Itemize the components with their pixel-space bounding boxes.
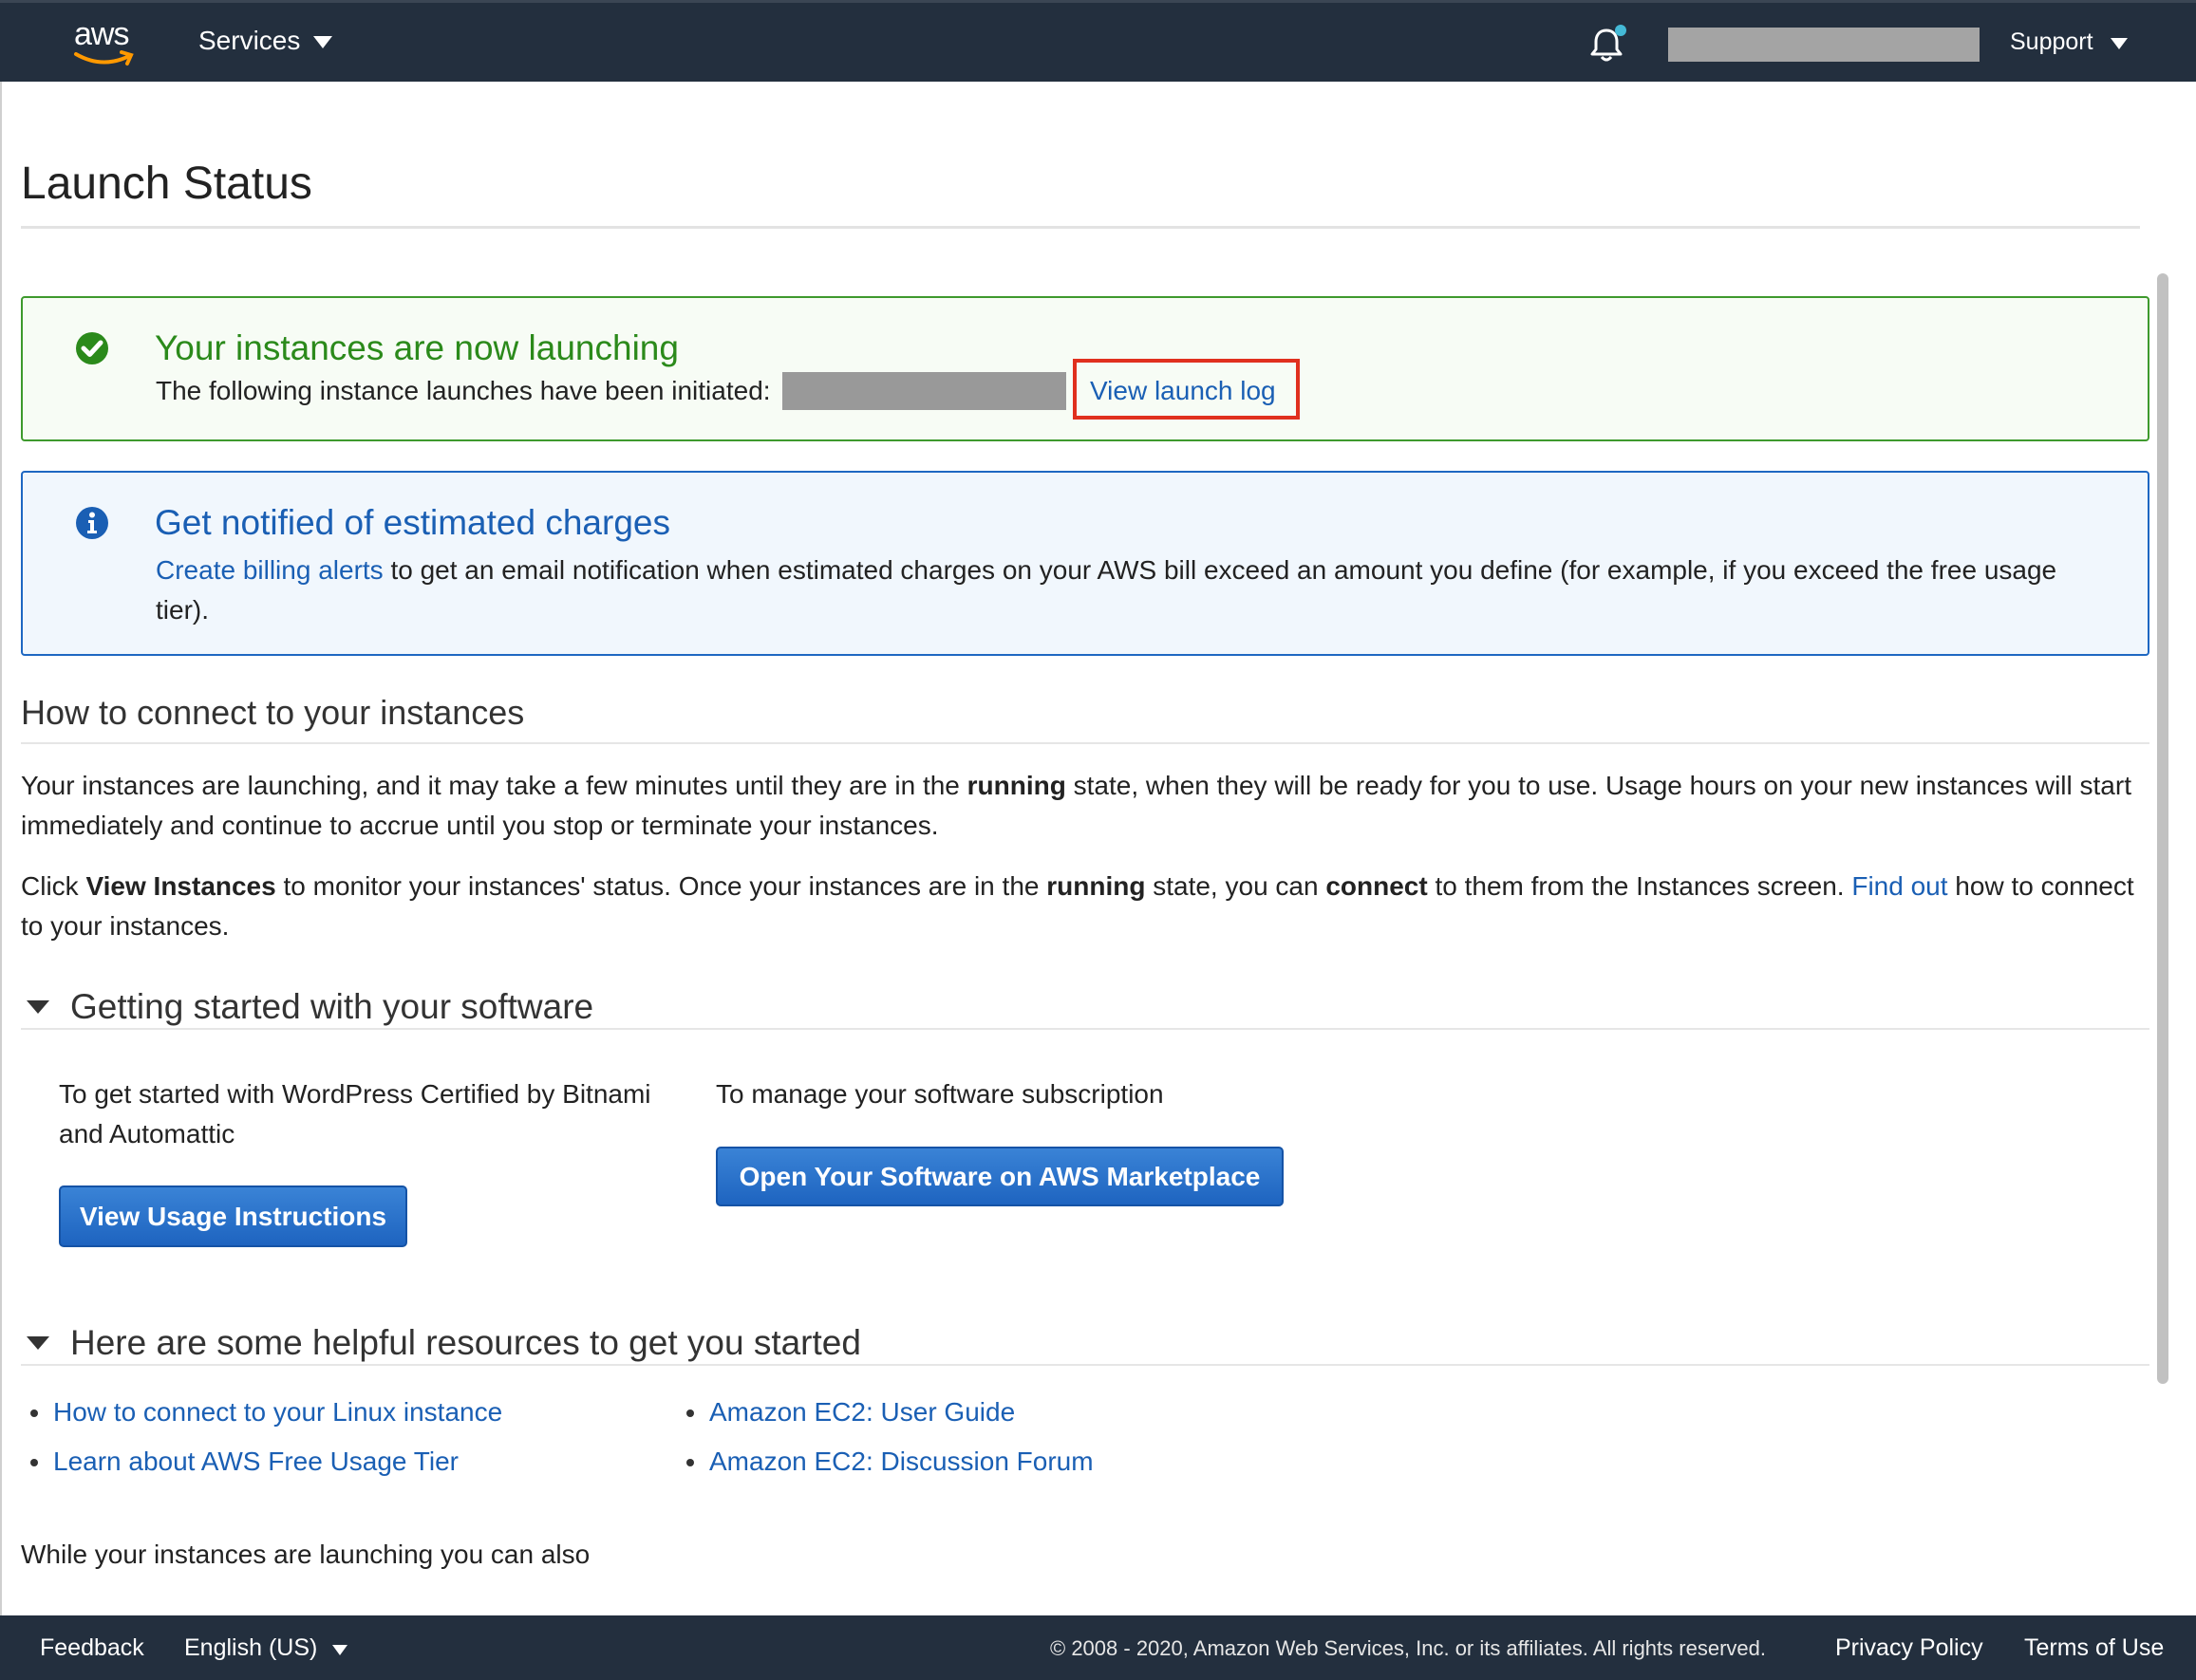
services-menu-button[interactable]: Services [198,26,333,56]
list-item: Learn about AWS Free Usage Tier [21,1445,502,1494]
connect-paragraph-2: Click View Instances to monitor your ins… [21,871,2134,941]
free-usage-tier-link[interactable]: Learn about AWS Free Usage Tier [53,1447,459,1476]
connect-paragraph-1: Your instances are launching, and it may… [21,771,2131,840]
copyright-text: © 2008 - 2020, Amazon Web Services, Inc.… [1050,1636,1766,1660]
language-selector[interactable]: English (US) [184,1634,348,1662]
view-launch-log-link[interactable]: View launch log [1090,376,1276,406]
page-title: Launch Status [21,159,312,209]
ec2-forum-link[interactable]: Amazon EC2: Discussion Forum [709,1447,1094,1476]
open-marketplace-button[interactable]: Open Your Software on AWS Marketplace [716,1147,1284,1206]
software-section-toggle[interactable]: Getting started with your software [21,987,593,1027]
scrollbar-thumb[interactable] [2157,273,2168,1384]
resources-heading: Here are some helpful resources to get y… [70,1323,861,1362]
success-alert-title: Your instances are now launching [155,328,679,367]
ec2-user-guide-link[interactable]: Amazon EC2: User Guide [709,1397,1015,1427]
services-label: Services [198,26,301,55]
connect-heading: How to connect to your instances [21,693,525,732]
title-divider [21,226,2140,229]
feedback-link[interactable]: Feedback [40,1634,144,1662]
terms-of-use-link[interactable]: Terms of Use [2024,1634,2164,1662]
section-divider [21,1028,2149,1030]
support-label: Support [2010,28,2093,55]
list-item: Amazon EC2: User Guide [677,1395,1094,1445]
info-alert-text: Create billing alerts to get an email no… [156,551,2112,630]
footer: Feedback English (US) © 2008 - 2020, Ama… [0,1615,2196,1680]
left-frame-border [0,82,2,1615]
collapse-triangle-icon [27,1336,49,1350]
aws-logo[interactable]: aws [72,16,139,69]
top-navigation-bar: aws Services Support [0,0,2196,82]
section-divider [21,742,2149,744]
launch-success-alert: Your instances are now launching The fol… [21,296,2149,441]
connect-linux-link[interactable]: How to connect to your Linux instance [53,1397,502,1427]
list-item: How to connect to your Linux instance [21,1395,502,1445]
resources-section-toggle[interactable]: Here are some helpful resources to get y… [21,1323,861,1363]
language-label: English (US) [184,1634,318,1661]
info-alert-body: to get an email notification when estima… [156,555,2057,625]
chevron-down-icon [332,1644,348,1655]
support-menu-button[interactable]: Support [2010,28,2128,56]
chevron-down-icon [313,36,333,48]
info-alert-title: Get notified of estimated charges [155,503,670,542]
while-launching-text: While your instances are launching you c… [21,1540,591,1569]
software-left-text: To get started with WordPress Certified … [59,1079,651,1148]
privacy-policy-link[interactable]: Privacy Policy [1835,1634,1983,1662]
billing-info-alert: Get notified of estimated charges Create… [21,471,2149,656]
success-alert-text: The following instance launches have bee… [156,376,771,405]
view-usage-instructions-button[interactable]: View Usage Instructions [59,1185,407,1247]
check-circle-icon [76,332,108,364]
chevron-down-icon [2110,38,2128,49]
resources-list-right: Amazon EC2: User Guide Amazon EC2: Discu… [677,1395,1094,1494]
aws-smile-icon [74,50,134,65]
notification-dot [1615,25,1626,36]
create-billing-alerts-link[interactable]: Create billing alerts [156,555,384,585]
software-right-text: To manage your software subscription [716,1079,1164,1109]
software-heading: Getting started with your software [70,987,594,1026]
account-menu-redacted[interactable] [1668,28,1980,62]
find-out-link[interactable]: Find out [1851,871,1947,901]
list-item: Amazon EC2: Discussion Forum [677,1445,1094,1494]
info-icon [76,507,108,539]
resources-list-left: How to connect to your Linux instance Le… [21,1395,502,1494]
section-divider [21,1364,2149,1366]
instance-id-redacted [782,372,1066,410]
collapse-triangle-icon [27,1000,49,1014]
